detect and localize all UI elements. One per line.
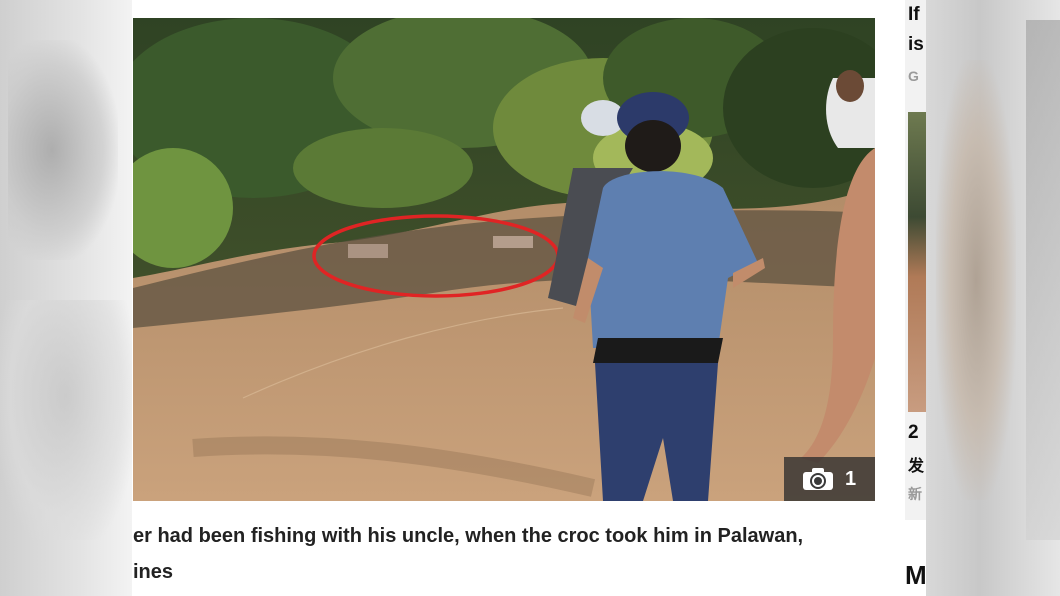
sidebar-headline-line-2: is [908,34,924,55]
blurred-right-edge [926,0,1060,596]
sidebar-card-text: 发 [908,458,925,475]
sidebar-more-heading: M [905,560,926,590]
sidebar-headline-line-1: If [908,4,920,25]
sidebar-related-article[interactable]: If is G 2 发 新 [905,0,926,520]
sidebar-card-meta: 新 [908,486,922,502]
photo-count: 1 [844,467,857,490]
caption-line-1: er had been fishing with his uncle, when… [133,525,804,547]
sidebar-card-title: 2 [908,422,919,443]
blurred-left-edge [0,0,132,596]
sidebar-source: G [908,68,919,84]
sidebar-thumbnail[interactable] [908,112,926,412]
camera-icon [802,468,833,490]
photo-caption: er had been fishing with his uncle, when… [133,518,893,590]
caption-line-2: ines [133,561,174,583]
article-photo[interactable]: 1 [133,18,875,501]
river-scene-image [133,18,875,501]
photo-gallery-button[interactable]: 1 [784,457,875,501]
